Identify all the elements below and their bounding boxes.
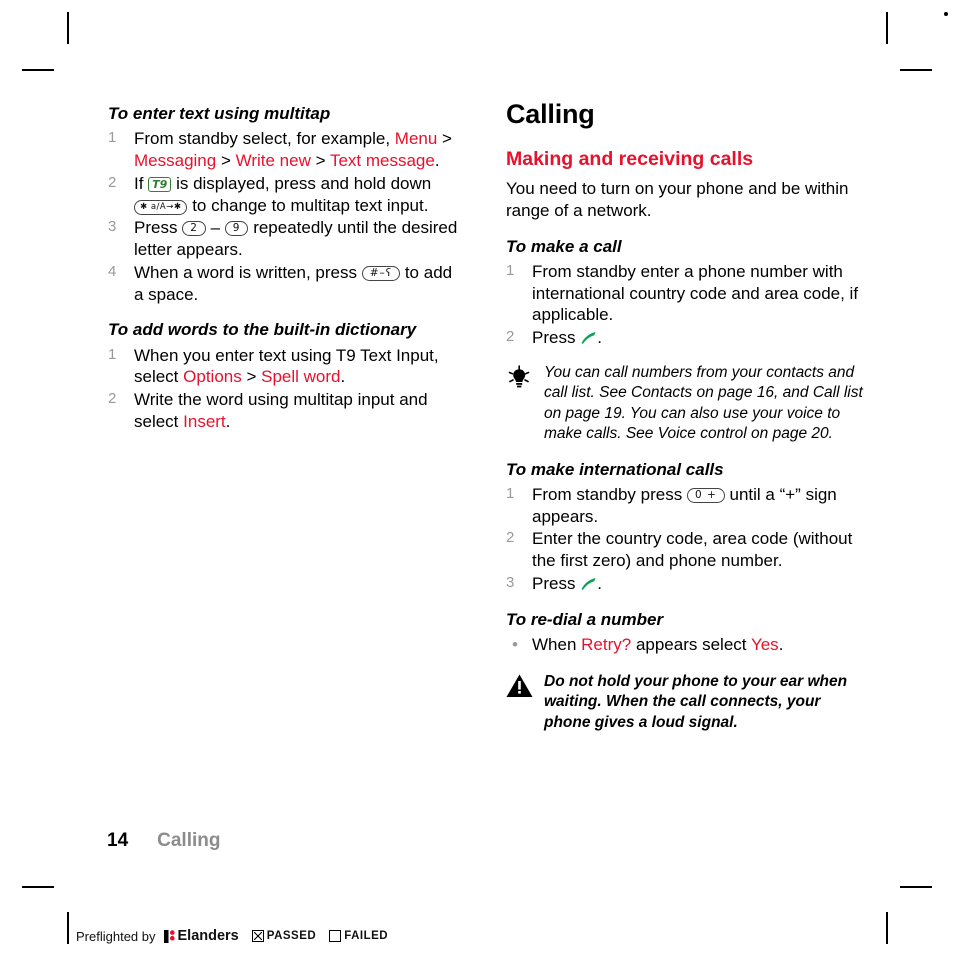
preflight-passed: PASSED [251, 930, 317, 942]
ui-label-yes: Yes [750, 634, 779, 654]
t9-indicator-icon: T9 [148, 176, 172, 192]
step-text: Press . [532, 573, 602, 593]
elanders-mark-icon [163, 929, 175, 943]
preflight-failed: FAILED [329, 930, 388, 942]
step-text: Press . [532, 328, 602, 348]
period: . [597, 328, 602, 348]
passed-label: PASSED [266, 930, 317, 942]
list-bullet: • [512, 634, 518, 654]
page-title: Calling [506, 99, 595, 129]
failed-label: FAILED [344, 930, 389, 942]
path-separator: > [241, 367, 262, 387]
period: . [597, 573, 602, 593]
list-item: 3 Press 2 – 9 repeatedly until the desir… [108, 217, 463, 261]
checkbox-checked-icon [251, 930, 264, 942]
path-separator: > [216, 151, 236, 170]
right-column: Calling Making and receiving calls You n… [506, 99, 866, 747]
step-number: 1 [506, 261, 515, 279]
heading-to-redial-a-number: To re-dial a number [506, 609, 664, 629]
step-text: If T9 is displayed, press and hold down … [134, 173, 432, 215]
period: . [434, 151, 440, 170]
step-text: Enter the country code, area code (witho… [532, 529, 853, 571]
ui-path-spell-word: Spell word [261, 367, 341, 387]
left-column: To enter text using multitap 1 From stan… [108, 103, 463, 447]
manual-page: To enter text using multitap 1 From stan… [0, 0, 954, 954]
steps-to-make-international-calls: 1 From standby press 0 + until a “+” sig… [506, 484, 866, 595]
ui-path-insert: Insert [183, 411, 226, 431]
step-number: 2 [506, 328, 515, 346]
list-item: 1 From standby enter a phone number with… [506, 261, 866, 326]
list-item: 2 If T9 is displayed, press and hold dow… [108, 173, 463, 217]
step-number: 1 [506, 484, 515, 502]
ui-path-menu: Menu [394, 129, 438, 149]
step-number: 4 [108, 262, 117, 280]
elanders-wordmark: Elanders [177, 928, 239, 944]
heading-to-make-a-call: To make a call [506, 236, 622, 256]
step-text: When you enter text using T9 Text Input,… [134, 345, 439, 387]
list-item: 4 When a word is written, press #–ʕ to a… [108, 262, 463, 306]
checkbox-empty-icon [329, 930, 342, 942]
path-separator: > [310, 151, 330, 170]
page-folio: 14 Calling [107, 830, 220, 852]
heading-add-words-dictionary: To add words to the built-in dictionary [108, 320, 417, 340]
step-number: 1 [108, 345, 117, 363]
list-item: 1 From standby press 0 + until a “+” sig… [506, 484, 866, 528]
step-number: 1 [108, 129, 117, 147]
step-text: Write the word using multitap input and … [134, 390, 428, 431]
ui-path-text-message: Text message [329, 151, 435, 170]
key-0-plus-icon: 0 + [686, 487, 725, 503]
step-number: 3 [506, 573, 515, 591]
list-item: 2 Enter the country code, area code (wit… [506, 528, 866, 572]
hash-key-icon: #–ʕ [361, 265, 401, 281]
step-number: 2 [108, 390, 117, 407]
key-2-icon: 2 [182, 221, 206, 237]
step-number: 3 [108, 218, 117, 236]
period: . [778, 634, 784, 654]
heading-to-make-international-calls: To make international calls [506, 459, 724, 479]
step-number: 2 [108, 173, 117, 191]
call-key-icon [580, 331, 597, 345]
list-item: • When Retry? appears select Yes. [506, 634, 866, 656]
tip-note: You can call numbers from your contacts … [506, 363, 866, 445]
lightbulb-icon [506, 364, 536, 392]
section-intro-text: You need to turn on your phone and be wi… [506, 179, 849, 220]
list-item: 2 Press . [506, 327, 866, 349]
list-item: 1 From standby select, for example, Menu… [108, 128, 463, 172]
path-separator: > [437, 129, 452, 149]
step-number: 2 [506, 529, 515, 547]
steps-add-words-dictionary: 1 When you enter text using T9 Text Inpu… [108, 345, 463, 433]
list-item: 1 When you enter text using T9 Text Inpu… [108, 345, 463, 389]
ui-label-retry: Retry? [581, 634, 632, 654]
step-text: From standby enter a phone number with i… [532, 261, 859, 325]
call-key-icon [580, 577, 597, 591]
ui-path-options: Options [183, 367, 242, 387]
period: . [225, 411, 231, 431]
period: . [340, 367, 346, 387]
preflight-stamp: Preflighted by Elanders PASSED FAILED [76, 928, 388, 944]
elanders-logo: Elanders [163, 928, 239, 944]
tip-note-text: You can call numbers from your contacts … [544, 363, 863, 443]
list-item: 3 Press . [506, 573, 866, 595]
ui-path-messaging: Messaging [134, 151, 217, 170]
list-item: 2 Write the word using multitap input an… [108, 389, 463, 433]
warning-note-text: Do not hold your phone to your ear when … [544, 672, 848, 731]
step-text: Press 2 – 9 repeatedly until the desired… [134, 218, 458, 259]
preflight-label: Preflighted by [76, 928, 156, 944]
section-heading-making-receiving-calls: Making and receiving calls [506, 147, 754, 170]
key-9-icon: 9 [224, 221, 249, 237]
heading-enter-text-multitap: To enter text using multitap [108, 104, 331, 123]
star-key-icon: ✱ a/A→✱ [134, 199, 188, 215]
ui-path-write-new: Write new [235, 151, 311, 170]
folio-number: 14 [107, 830, 129, 851]
warning-note: Do not hold your phone to your ear when … [506, 672, 866, 733]
step-text: When a word is written, press #–ʕ to add… [134, 262, 453, 304]
steps-enter-text-multitap: 1 From standby select, for example, Menu… [108, 128, 463, 305]
step-text: From standby select, for example, Menu >… [134, 129, 452, 170]
steps-to-redial-a-number: • When Retry? appears select Yes. [506, 634, 866, 656]
step-text: From standby press 0 + until a “+” sign … [532, 484, 837, 526]
warning-triangle-icon [506, 673, 536, 701]
step-text: When Retry? appears select Yes. [532, 634, 784, 654]
folio-chapter: Calling [157, 830, 221, 851]
steps-to-make-a-call: 1 From standby enter a phone number with… [506, 261, 866, 349]
